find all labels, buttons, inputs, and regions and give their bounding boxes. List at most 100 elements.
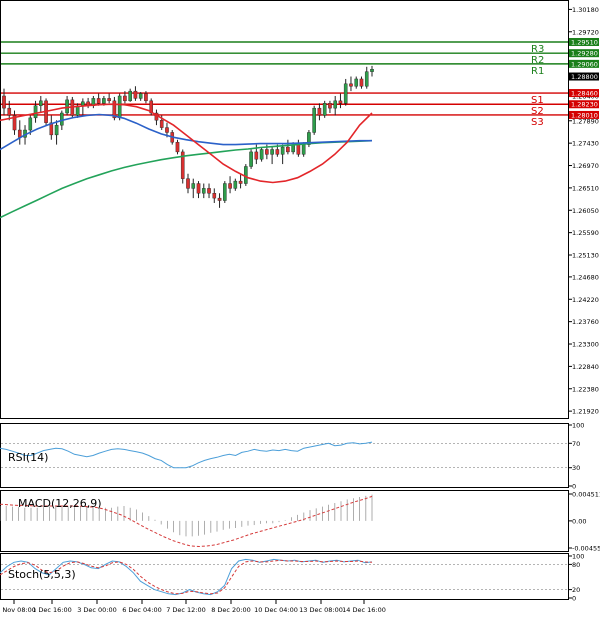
- candle-body: [249, 151, 253, 167]
- y-tick-label: 1.26050: [572, 207, 599, 215]
- y-tick-label: 1.22840: [572, 363, 599, 371]
- y-tick-label: 1.30180: [572, 6, 599, 14]
- candle-body: [7, 107, 12, 116]
- stoch-tick-label: 0: [572, 595, 576, 603]
- candle-body: [364, 71, 369, 87]
- candle-body: [138, 93, 143, 99]
- candle-body: [191, 183, 196, 189]
- stoch-tick-label: 100: [572, 553, 584, 561]
- candle-body: [317, 107, 322, 116]
- candle-body: [254, 151, 259, 160]
- candle-body: [217, 197, 222, 201]
- candle-body: [312, 107, 316, 133]
- x-tick-label: 13 Dec 08:00: [299, 606, 343, 614]
- candle-body: [81, 101, 85, 106]
- candle-body: [270, 149, 274, 155]
- y-tick-label: 1.26510: [572, 184, 599, 192]
- candle-body: [33, 105, 38, 119]
- candle-body: [228, 183, 232, 189]
- macd-tick-label: 0.00: [572, 517, 586, 525]
- candle-body: [212, 193, 217, 199]
- rsi-tick-label: 30: [572, 464, 580, 472]
- candle-body: [286, 146, 290, 153]
- candle-body: [39, 100, 43, 106]
- level-price-label: 1.28010: [571, 111, 598, 119]
- y-tick-label: 1.23760: [572, 318, 599, 326]
- chart-canvas: 1.301801.297201.292801.288401.284001.278…: [0, 0, 600, 614]
- stoch-tick-label: 20: [572, 586, 580, 594]
- candle-body: [123, 95, 127, 102]
- stoch-title: Stoch(5,5,3): [8, 568, 76, 581]
- candle-body: [265, 149, 269, 155]
- candle-body: [238, 180, 243, 184]
- x-tick-label: 10 Dec 04:00: [254, 606, 298, 614]
- candle-body: [102, 98, 106, 104]
- candle-body: [133, 90, 138, 99]
- level-price-label: 1.28230: [571, 101, 598, 109]
- candle-body: [159, 120, 164, 128]
- rsi-tick-label: 70: [572, 440, 580, 448]
- candle-body: [96, 98, 101, 104]
- rsi-panel: 100 70 30 0: [0, 422, 584, 491]
- y-tick-label: 1.23300: [572, 341, 599, 349]
- candle-body: [343, 83, 348, 104]
- x-tick-label: 3 Dec 00:00: [77, 606, 117, 614]
- candle-body: [196, 183, 201, 194]
- candle-body: [328, 103, 332, 109]
- y-tick-label: 1.22380: [572, 385, 599, 393]
- candle-body: [275, 149, 280, 155]
- macd-title: MACD(12,26,9): [18, 497, 102, 510]
- x-tick-label: 1 Dec 16:00: [32, 606, 72, 614]
- ma-green-line: [0, 139, 373, 219]
- stoch-tick-label: 80: [572, 561, 580, 569]
- candle-body: [201, 188, 206, 194]
- candle-body: [60, 112, 64, 126]
- candle-body: [244, 166, 248, 184]
- y-tick-label: 1.24220: [572, 296, 599, 304]
- candle-body: [54, 124, 59, 136]
- candle-body: [233, 180, 238, 189]
- candle-body: [175, 141, 180, 153]
- rsi-title: RSI(14): [8, 451, 48, 464]
- y-tick-label: 1.26970: [572, 162, 599, 170]
- candle-body: [65, 99, 69, 114]
- level-price-label: 1.29280: [571, 50, 598, 58]
- candle-body: [338, 100, 343, 104]
- x-tick-label: 8 Dec 20:00: [211, 606, 251, 614]
- candle-body: [128, 90, 132, 102]
- rsi-panel-frame: [0, 423, 569, 488]
- candle-body: [207, 188, 211, 194]
- x-tick-label: 14 Dec 16:00: [342, 606, 386, 614]
- rsi-tick-label: 0: [572, 483, 576, 491]
- candle-body: [259, 149, 264, 160]
- y-tick-label: 1.29720: [572, 28, 599, 36]
- x-tick-label: 7 Dec 12:00: [166, 606, 206, 614]
- level-price-label: 1.29060: [571, 60, 598, 68]
- candle-body: [322, 103, 327, 116]
- rsi-tick-label: 100: [572, 422, 584, 430]
- level-name-s3: S3: [531, 117, 544, 128]
- candle-body: [28, 117, 33, 131]
- level-price-label: 1.29510: [571, 38, 598, 46]
- x-axis: 30 Nov 08:001 Dec 16:00 3 Dec 00:00 6 Dec …: [0, 600, 386, 614]
- candle-body: [107, 98, 111, 102]
- macd-tick-label: -0.00455: [572, 545, 600, 553]
- candle-body: [17, 129, 22, 138]
- candle-body: [2, 95, 6, 109]
- candle-body: [280, 146, 285, 155]
- macd-tick-label: 0.004511: [572, 491, 600, 499]
- candle-body: [301, 144, 306, 155]
- candle-body: [186, 178, 190, 189]
- candle-body: [370, 69, 374, 72]
- stoch-panel: 10080 200: [0, 553, 584, 603]
- candle-body: [354, 78, 359, 87]
- current-price-label: 1.28800: [571, 73, 598, 81]
- candle-body: [117, 95, 122, 119]
- x-tick-label: 30 Nov 08:00: [0, 606, 36, 614]
- y-tick-label: 1.21920: [572, 408, 599, 416]
- price-panel: 1.301801.297201.292801.288401.284001.278…: [0, 6, 599, 416]
- candle-body: [296, 144, 301, 155]
- y-tick-label: 1.25590: [572, 229, 599, 237]
- candle-body: [333, 100, 338, 109]
- rsi-line: [0, 441, 373, 469]
